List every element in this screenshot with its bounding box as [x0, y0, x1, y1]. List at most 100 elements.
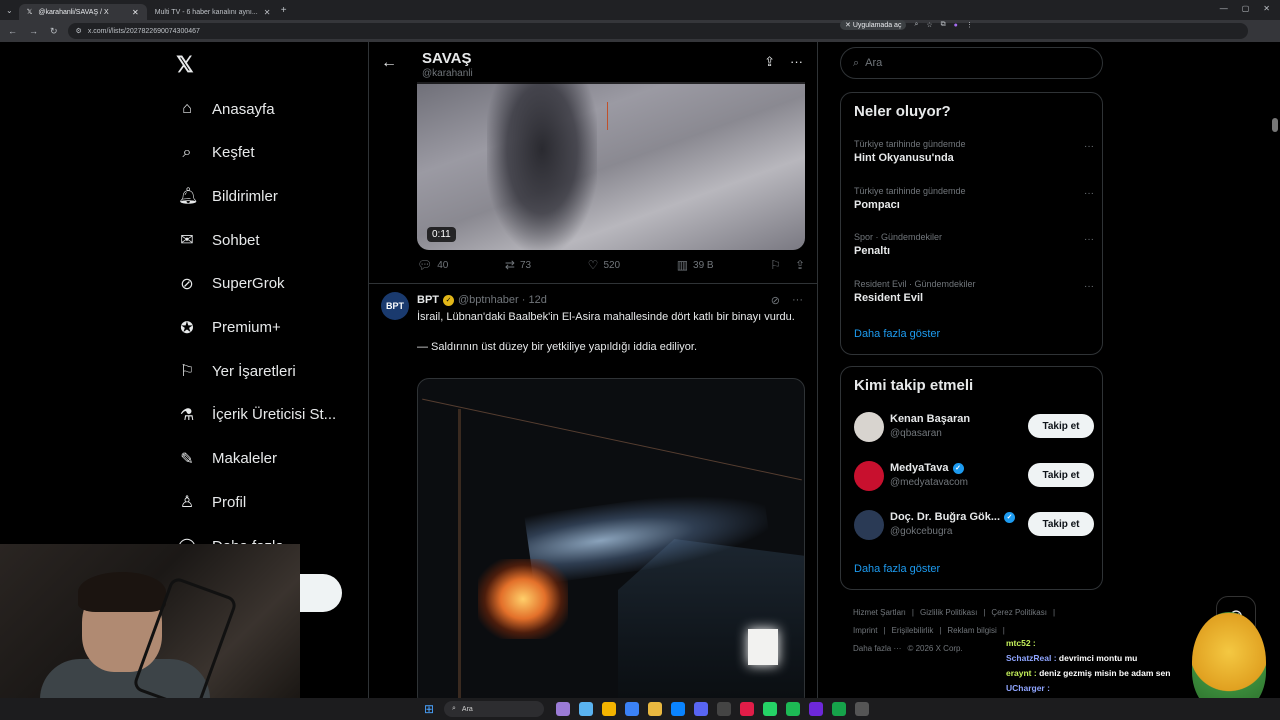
back-arrow-icon[interactable]: ← [381, 54, 397, 72]
footer-link[interactable]: Gizlilik Politikası [920, 608, 977, 617]
footer-link[interactable]: Çerez Politikası [991, 608, 1047, 617]
app-icon[interactable] [809, 702, 823, 716]
author-name[interactable]: BPT [417, 294, 439, 306]
open-in-app-button[interactable]: ✕ Uygulamada aç [840, 20, 907, 30]
site-info-icon[interactable]: ⚙ [76, 27, 82, 35]
follow-button[interactable]: Takip et [1028, 512, 1094, 536]
app-icon[interactable] [579, 702, 593, 716]
footer-link[interactable]: Daha fazla ··· [853, 644, 901, 653]
star-icon[interactable]: ☆ [926, 21, 932, 29]
like-button[interactable]: ♡ 520 [588, 258, 620, 272]
x-logo-icon[interactable]: 𝕏 [176, 52, 194, 78]
follow-suggestion[interactable]: Doç. Dr. Buğra Gök... ✓ @gokcebugra Takip e… [854, 510, 1094, 542]
taskbar-search-placeholder: Ara [461, 705, 473, 713]
trend-item[interactable]: Türkiye tarihinde gündemde Pompacı ··· [854, 186, 1094, 211]
trend-item[interactable]: Resident Evil · Gündemdekiler Resident Ev… [854, 279, 1094, 304]
footer-link[interactable]: Imprint [853, 626, 877, 635]
sidebar-item[interactable]: ⚐ Yer İşaretleri [178, 359, 296, 383]
scrollbar[interactable] [1272, 118, 1278, 132]
author-handle-time[interactable]: @bptnhaber · 12d [458, 294, 547, 306]
app-icon[interactable] [832, 702, 846, 716]
bookmark-icon[interactable]: ⚐ [770, 258, 781, 272]
avatar[interactable] [854, 412, 884, 442]
views-button[interactable]: ▥ 39 B [677, 258, 714, 272]
close-tab-icon[interactable]: ✕ [132, 8, 139, 17]
footer-link[interactable]: Erişilebilirlik [892, 626, 934, 635]
maximize-icon[interactable]: ▢ [1242, 4, 1250, 13]
search-input[interactable]: ⌕ Ara [840, 47, 1103, 79]
new-tab-icon[interactable]: + [275, 5, 293, 16]
verified-icon: ✓ [1004, 511, 1016, 523]
zoom-icon[interactable]: ⌕ [914, 21, 918, 29]
sidebar-item[interactable]: ✪ Premium+ [178, 316, 280, 340]
follow-suggestion[interactable]: MedyaTava ✓ @medyatavacom Takip et [854, 461, 1094, 493]
taskbar-search[interactable]: ⌕ Ara [444, 701, 544, 717]
more-icon[interactable]: ··· [1084, 188, 1094, 199]
close-tab-icon[interactable]: ✕ [264, 8, 271, 17]
windows-start-icon[interactable]: ⊞ [424, 702, 434, 716]
avatar[interactable] [854, 461, 884, 491]
sidebar-item[interactable]: ✉ Sohbet [178, 228, 259, 252]
app-icon[interactable] [625, 702, 639, 716]
repost-button[interactable]: ⇄ 73 [505, 258, 531, 272]
tab-multi-tv[interactable]: Multi TV - 6 haber kanalını aynı... ✕ [147, 4, 275, 20]
reply-button[interactable]: 💬︎ 40 [417, 258, 448, 272]
show-more-follow-link[interactable]: Daha fazla göster [854, 563, 940, 575]
tweet-video[interactable] [417, 378, 805, 708]
forward-icon[interactable]: → [29, 26, 38, 37]
more-icon[interactable]: ··· [792, 294, 803, 307]
more-icon[interactable]: ··· [790, 54, 803, 69]
sidebar-item[interactable]: ⊘ SuperGrok [178, 272, 284, 296]
reload-icon[interactable]: ↻ [50, 26, 58, 37]
trend-item[interactable]: Spor · Gündemdekiler Penaltı ··· [854, 232, 1094, 257]
tab-search-icon[interactable]: ⌄ [0, 6, 19, 15]
trend-name: Pompacı [854, 198, 900, 211]
sidebar-item[interactable]: ⚗ İçerik Üreticisi St... [178, 403, 336, 427]
footer-link[interactable]: Hizmet Şartları [853, 608, 906, 617]
footer-link[interactable]: © 2026 X Corp. [907, 644, 962, 653]
sidebar-item[interactable]: ✎ Makaleler [178, 447, 277, 471]
url-field[interactable]: ⚙ x.com/i/lists/2027822690074300467 ✕ Uy… [67, 20, 1248, 39]
tab-x-savas[interactable]: 𝕏 @karahanli/SAVAŞ / X ✕ [18, 4, 147, 20]
sidebar-item[interactable]: 🔔︎ Bildirimler [178, 184, 278, 208]
sidebar-item[interactable]: ♙ Profil [178, 490, 246, 514]
discord-icon[interactable] [694, 702, 708, 716]
more-icon[interactable]: ··· [1084, 234, 1094, 245]
spotify-icon[interactable] [786, 702, 800, 716]
app-icon[interactable] [556, 702, 570, 716]
avatar[interactable] [854, 510, 884, 540]
more-icon[interactable]: ··· [1084, 281, 1094, 292]
app-icon[interactable] [740, 702, 754, 716]
post-button[interactable] [300, 574, 342, 612]
follow-suggestion[interactable]: Kenan Başaran @qbasaran Takip et [854, 412, 1094, 444]
footer-separator: | [1002, 626, 1005, 635]
grok-explain-icon[interactable]: ⊘ [771, 294, 780, 307]
extensions-icon[interactable]: ⧉ [941, 21, 946, 29]
edge-icon[interactable] [671, 702, 685, 716]
app-icon[interactable] [855, 702, 869, 716]
menu-icon[interactable]: ⋮ [966, 21, 973, 29]
back-icon[interactable]: ← [8, 26, 17, 37]
whatsapp-icon[interactable] [763, 702, 777, 716]
sidebar-item[interactable]: ⌕ Keşfet [178, 141, 255, 165]
avatar[interactable]: BPT [381, 292, 409, 320]
close-window-icon[interactable]: ✕ [1263, 4, 1270, 13]
share-icon[interactable]: ⇪ [795, 258, 805, 272]
folder-icon[interactable] [648, 702, 662, 716]
follow-button[interactable]: Takip et [1028, 414, 1094, 438]
windows-taskbar: ⊞ ⌕ Ara [0, 698, 1280, 720]
trend-item[interactable]: Türkiye tarihinde gündemde Hint Okyanusu'… [854, 139, 1094, 164]
chrome-icon[interactable] [602, 702, 616, 716]
more-icon[interactable]: ··· [1084, 141, 1094, 152]
sidebar-item[interactable]: ⌂ Anasayfa [178, 97, 274, 121]
footer-link[interactable]: Reklam bilgisi [947, 626, 996, 635]
bookmark-icon: ⚐ [179, 363, 195, 381]
minimize-icon[interactable]: — [1220, 4, 1228, 13]
tweet-video[interactable]: 0:11 [417, 82, 805, 250]
app-icon[interactable] [717, 702, 731, 716]
share-icon[interactable]: ⇪ [764, 54, 775, 70]
show-more-trends-link[interactable]: Daha fazla göster [854, 328, 940, 340]
main-timeline: ← SAVAŞ @karahanli ⇪ ··· 0:11 💬︎ 40 ⇄ 73 ♡… [369, 42, 817, 720]
profile-icon[interactable]: ● [954, 22, 958, 29]
follow-button[interactable]: Takip et [1028, 463, 1094, 487]
